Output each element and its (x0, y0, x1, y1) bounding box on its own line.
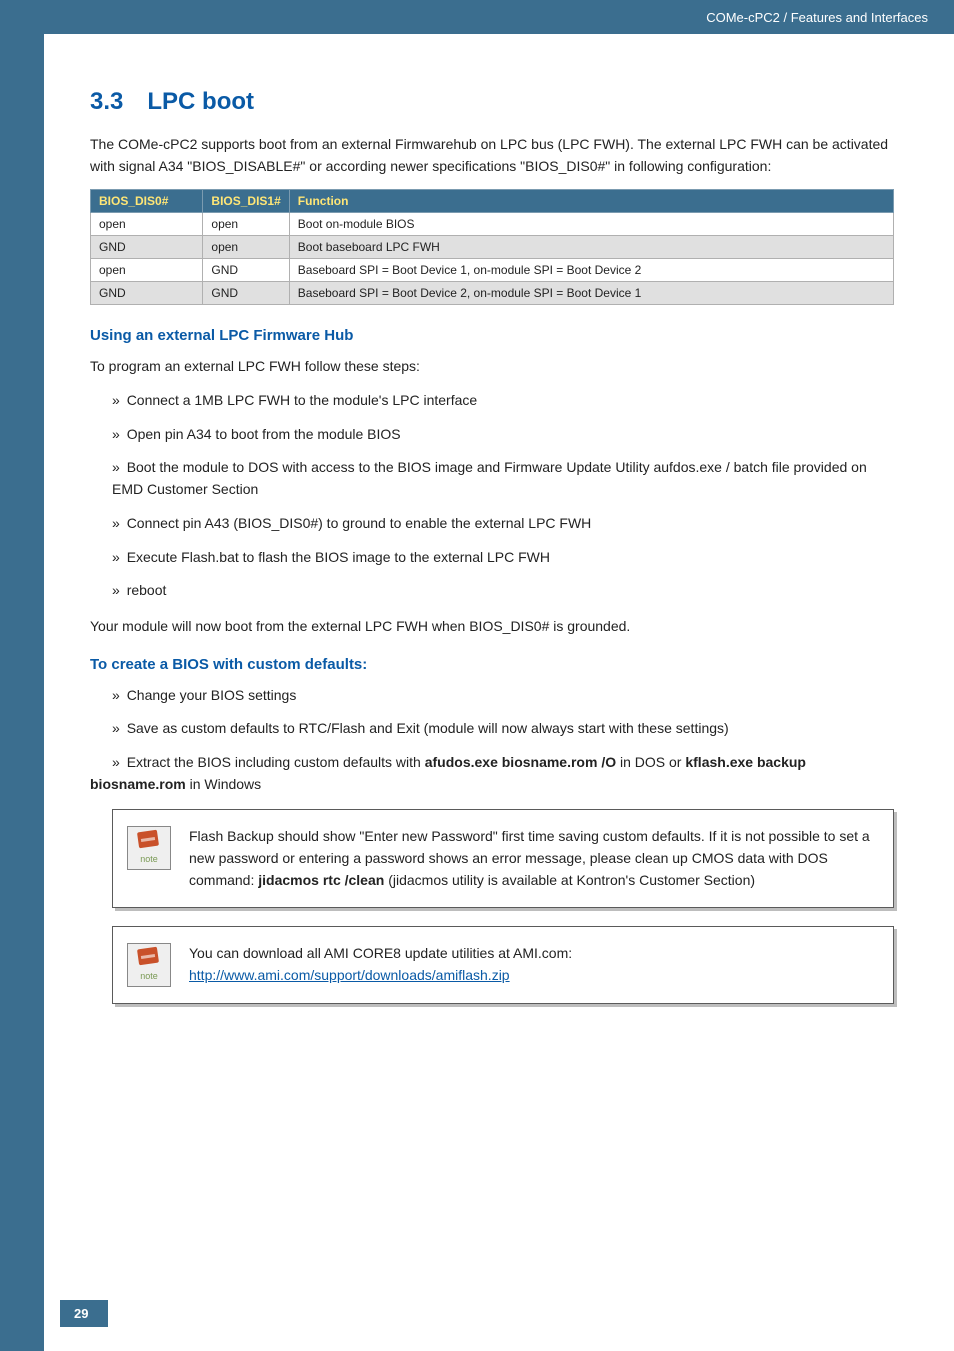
list-item: » Open pin A34 to boot from the module B… (112, 424, 894, 446)
sub-heading-2: To create a BIOS with custom defaults: (90, 656, 894, 673)
section-number: 3.3 (90, 88, 123, 115)
step-list-1: » Connect a 1MB LPC FWH to the module's … (112, 390, 894, 602)
table-cell: open (91, 259, 203, 282)
section-title: 3.3 LPC boot (90, 88, 894, 116)
bullet-icon: » (112, 720, 120, 736)
sub1-lead: To program an external LPC FWH follow th… (90, 356, 894, 378)
table-cell: GND (203, 282, 289, 305)
note1-cmd: jidacmos rtc /clean (258, 872, 384, 888)
bullet-icon: » (112, 582, 120, 598)
list-item: » Save as custom defaults to RTC/Flash a… (112, 718, 894, 740)
list-item-text: Boot the module to DOS with access to th… (112, 459, 867, 497)
table-row: GND GND Baseboard SPI = Boot Device 2, o… (91, 282, 894, 305)
page-content: 3.3 LPC boot The COMe-cPC2 supports boot … (90, 88, 894, 1022)
table-cell: open (91, 213, 203, 236)
note-icon: note (127, 826, 171, 870)
list-item: » Execute Flash.bat to flash the BIOS im… (112, 547, 894, 569)
list-item-text: Change your BIOS settings (127, 687, 297, 703)
bullet-icon: » (112, 687, 120, 703)
table-header: BIOS_DIS1# (203, 190, 289, 213)
table-cell: GND (91, 282, 203, 305)
list-item-text-mid: in DOS or (616, 754, 685, 770)
list-item: » reboot (112, 580, 894, 602)
list-item-text: Open pin A34 to boot from the module BIO… (127, 426, 401, 442)
list-item-text-pre: Extract the BIOS including custom defaul… (127, 754, 425, 770)
table-cell: Boot on-module BIOS (289, 213, 893, 236)
bullet-icon: » (112, 515, 120, 531)
table-cell: open (203, 236, 289, 259)
bullet-icon: » (112, 392, 120, 408)
bios-table: BIOS_DIS0# BIOS_DIS1# Function open open… (90, 189, 894, 305)
table-cell: open (203, 213, 289, 236)
list-item-text: Connect pin A43 (BIOS_DIS0#) to ground t… (127, 515, 592, 531)
note-icon-label: note (140, 970, 158, 984)
table-cell: GND (91, 236, 203, 259)
table-cell: Baseboard SPI = Boot Device 2, on-module… (289, 282, 893, 305)
table-header: Function (289, 190, 893, 213)
table-row: GND open Boot baseboard LPC FWH (91, 236, 894, 259)
bullet-icon: » (112, 426, 120, 442)
list-item: » Boot the module to DOS with access to … (90, 457, 894, 500)
table-cell: GND (203, 259, 289, 282)
section-title-text: LPC boot (147, 88, 254, 115)
list-item: » Connect a 1MB LPC FWH to the module's … (112, 390, 894, 412)
table-cell: Boot baseboard LPC FWH (289, 236, 893, 259)
table-row: open open Boot on-module BIOS (91, 213, 894, 236)
table-header-row: BIOS_DIS0# BIOS_DIS1# Function (91, 190, 894, 213)
list-item: » Change your BIOS settings (112, 685, 894, 707)
header-bar: COMe-cPC2 / Features and Interfaces (0, 0, 954, 34)
note-icon: note (127, 943, 171, 987)
sub-heading-1: Using an external LPC Firmware Hub (90, 327, 894, 344)
step-list-2: » Change your BIOS settings » Save as cu… (112, 685, 894, 796)
note-box-2: note You can download all AMI CORE8 upda… (112, 926, 894, 1004)
note1-post: (jidacmos utility is available at Kontro… (384, 872, 755, 888)
intro-paragraph: The COMe-cPC2 supports boot from an exte… (90, 134, 894, 177)
note-box-1: note Flash Backup should show "Enter new… (112, 809, 894, 908)
download-link[interactable]: http://www.ami.com/support/downloads/ami… (189, 967, 510, 983)
table-row: open GND Baseboard SPI = Boot Device 1, … (91, 259, 894, 282)
list-item-bold: afudos.exe biosname.rom /O (425, 754, 616, 770)
list-item-text: reboot (127, 582, 167, 598)
list-item-text: Connect a 1MB LPC FWH to the module's LP… (127, 392, 478, 408)
bullet-icon: » (112, 459, 120, 475)
bullet-icon: » (112, 549, 120, 565)
list-item-text-post: in Windows (186, 776, 261, 792)
breadcrumb: COMe-cPC2 / Features and Interfaces (706, 10, 928, 25)
list-item-text: Execute Flash.bat to flash the BIOS imag… (127, 549, 550, 565)
table-cell: Baseboard SPI = Boot Device 1, on-module… (289, 259, 893, 282)
note2-text: You can download all AMI CORE8 update ut… (189, 943, 572, 965)
note-text: Flash Backup should show "Enter new Pass… (189, 826, 875, 891)
note-text: You can download all AMI CORE8 update ut… (189, 943, 572, 986)
sub1-trail: Your module will now boot from the exter… (90, 616, 894, 638)
table-header: BIOS_DIS0# (91, 190, 203, 213)
page-number: 29 (60, 1300, 108, 1327)
note-icon-label: note (140, 853, 158, 867)
list-item: » Extract the BIOS including custom defa… (90, 752, 894, 795)
list-item: » Connect pin A43 (BIOS_DIS0#) to ground… (112, 513, 894, 535)
bullet-icon: » (112, 754, 120, 770)
left-band (0, 0, 44, 1351)
list-item-text: Save as custom defaults to RTC/Flash and… (127, 720, 729, 736)
